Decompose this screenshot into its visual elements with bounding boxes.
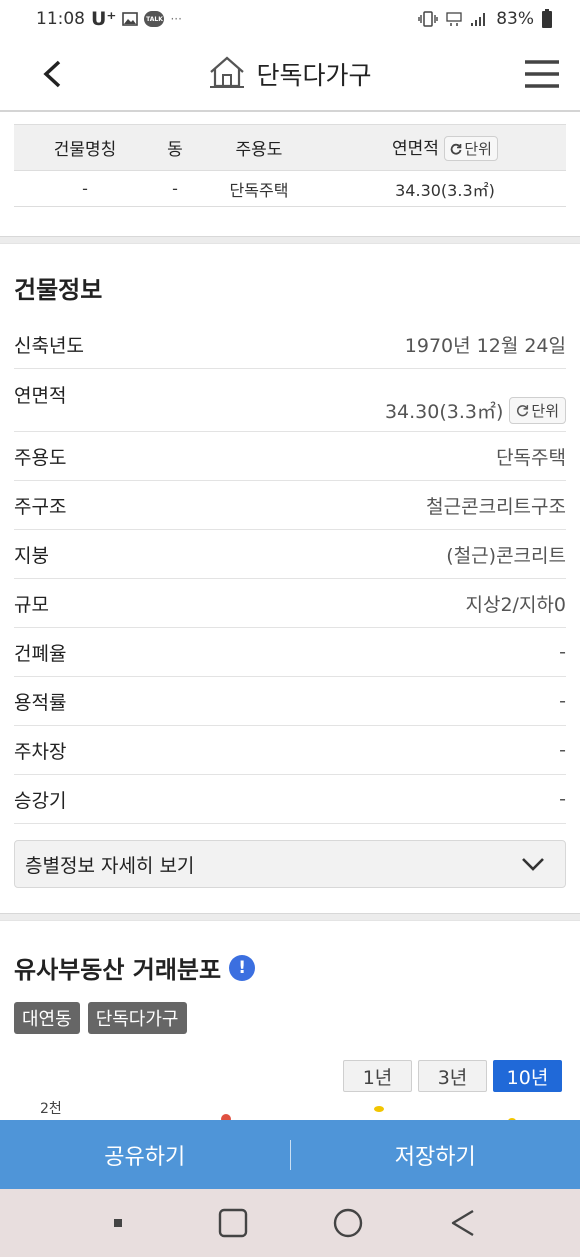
info-row-roof: 지붕 (철근)콘크리트 [14, 530, 566, 579]
info-label: 규모 [14, 593, 49, 616]
app-header: 단독다가구 [0, 38, 580, 112]
info-value: 단독주택 [496, 446, 566, 469]
summary-unit-toggle-button[interactable]: 단위 [444, 136, 498, 162]
refresh-icon [517, 405, 529, 417]
save-button[interactable]: 저장하기 [291, 1139, 580, 1171]
period-1y-button[interactable]: 1년 [343, 1060, 412, 1092]
info-label: 주구조 [14, 495, 67, 518]
carrier-label: U⁺ [91, 8, 117, 30]
gallery-icon [122, 12, 139, 26]
info-label: 승강기 [14, 789, 67, 812]
summary-unit-label: 단위 [464, 140, 492, 159]
battery-percent: 83% [496, 9, 534, 29]
info-row-coverage-ratio: 건폐율 - [14, 628, 566, 677]
info-label: 주차장 [14, 740, 67, 763]
summary-header-area: 연면적 단위 [324, 124, 566, 171]
summary-cell-dong: - [156, 170, 194, 207]
floor-detail-label: 층별정보 자세히 보기 [25, 854, 195, 877]
info-value: 철근콘크리트구조 [426, 495, 566, 518]
dot-icon [113, 1219, 122, 1227]
nav-home-button[interactable] [328, 1203, 368, 1243]
nav-dot-button[interactable] [98, 1203, 138, 1243]
info-row-scale: 규모 지상2/지하0 [14, 579, 566, 628]
period-selector: 1년 3년 10년 [343, 1060, 562, 1092]
period-3y-button[interactable]: 3년 [418, 1060, 487, 1092]
signal-icon [470, 11, 488, 27]
info-label: 신축년도 [14, 334, 84, 357]
summary-header-dong: 동 [156, 124, 194, 171]
info-label: 지붕 [14, 544, 49, 567]
battery-icon [542, 8, 552, 28]
info-icon[interactable]: ! [229, 954, 256, 981]
info-row-floor-area-ratio: 용적률 - [14, 677, 566, 726]
bottom-action-bar: 공유하기 저장하기 [0, 1120, 580, 1189]
building-info-title: 건물정보 [14, 276, 103, 304]
recents-icon [218, 1208, 247, 1238]
vibrate-icon [418, 11, 438, 27]
filter-tags: 대연동 단독다가구 [14, 1002, 187, 1034]
info-value: (철근)콘크리트 [446, 544, 566, 567]
summary-cell-use: 단독주택 [194, 170, 324, 207]
building-info-list: 신축년도 1970년 12월 24일 연면적 34.30(3.3㎡) 단위 주용… [14, 320, 566, 824]
home-circle-icon [333, 1208, 362, 1238]
menu-button[interactable] [522, 54, 562, 94]
status-time: 11:08 [36, 9, 85, 29]
period-10y-button[interactable]: 10년 [493, 1060, 562, 1092]
summary-cell-name: - [14, 170, 156, 207]
info-label: 연면적 [14, 385, 67, 407]
lte-icon [446, 11, 462, 27]
summary-data-row: - - 단독주택 34.30(3.3㎡) [14, 170, 566, 207]
info-value: - [559, 739, 566, 761]
info-value: 지상2/지하0 [465, 593, 567, 616]
status-bar: 11:08 U⁺ TALK ··· 83% [0, 0, 580, 38]
info-row-floor-area: 연면적 34.30(3.3㎡) 단위 [14, 369, 566, 432]
distribution-title: 유사부동산 거래분포 [14, 956, 222, 984]
summary-header-use: 주용도 [194, 124, 324, 171]
hamburger-icon [525, 60, 559, 88]
share-button[interactable]: 공유하기 [0, 1139, 290, 1171]
more-notifications-icon: ··· [170, 12, 182, 26]
tag-type: 단독다가구 [87, 1002, 187, 1034]
info-label: 주용도 [14, 446, 67, 469]
summary-header-area-label: 연면적 [392, 138, 439, 159]
info-row-built-year: 신축년도 1970년 12월 24일 [14, 320, 566, 369]
section-divider [0, 236, 580, 244]
chart-point [374, 1106, 384, 1112]
chart-axis-top-label: 2천 [40, 1101, 62, 1117]
info-value: - [559, 788, 566, 810]
building-info-section: 건물정보 신축년도 1970년 12월 24일 연면적 34.30(3.3㎡) … [0, 246, 580, 914]
nav-recents-button[interactable] [213, 1203, 253, 1243]
back-triangle-icon [451, 1209, 474, 1237]
info-value: - [559, 690, 566, 712]
floor-detail-toggle[interactable]: 층별정보 자세히 보기 [14, 840, 566, 888]
distribution-section: 유사부동산 거래분포 ! 대연동 단독다가구 1년 3년 10년 2천 [0, 922, 580, 1124]
android-nav-bar [0, 1189, 580, 1257]
info-label: 용적률 [14, 691, 67, 714]
info-row-main-use: 주용도 단독주택 [14, 432, 566, 481]
info-value: 1970년 12월 24일 [404, 334, 566, 357]
summary-header-row: 건물명칭 동 주용도 연면적 단위 [14, 124, 566, 171]
area-unit-label: 단위 [531, 402, 559, 420]
summary-table: 건물명칭 동 주용도 연면적 단위 - - 단독주택 34.30(3.3㎡) [14, 124, 566, 207]
summary-cell-area: 34.30(3.3㎡) [324, 170, 566, 207]
building-summary: 건물명칭 동 주용도 연면적 단위 - - 단독주택 34.30(3.3㎡) [0, 114, 580, 238]
area-unit-toggle-button[interactable]: 단위 [509, 397, 566, 424]
nav-back-button[interactable] [443, 1203, 483, 1243]
info-label: 건폐율 [14, 642, 67, 665]
info-value: - [559, 641, 566, 663]
chevron-left-icon [43, 60, 61, 88]
back-button[interactable] [34, 56, 70, 92]
info-value: 34.30(3.3㎡) [384, 401, 504, 423]
summary-header-name: 건물명칭 [14, 124, 156, 171]
house-icon [208, 55, 246, 93]
page-title: 단독다가구 [256, 61, 372, 90]
kakaotalk-icon: TALK [144, 11, 165, 27]
chevron-down-icon [522, 858, 544, 871]
refresh-icon [451, 143, 462, 155]
info-row-parking: 주차장 - [14, 726, 566, 775]
section-divider [0, 913, 580, 921]
info-row-structure: 주구조 철근콘크리트구조 [14, 481, 566, 530]
tag-region: 대연동 [14, 1002, 80, 1034]
info-row-elevator: 승강기 - [14, 775, 566, 824]
